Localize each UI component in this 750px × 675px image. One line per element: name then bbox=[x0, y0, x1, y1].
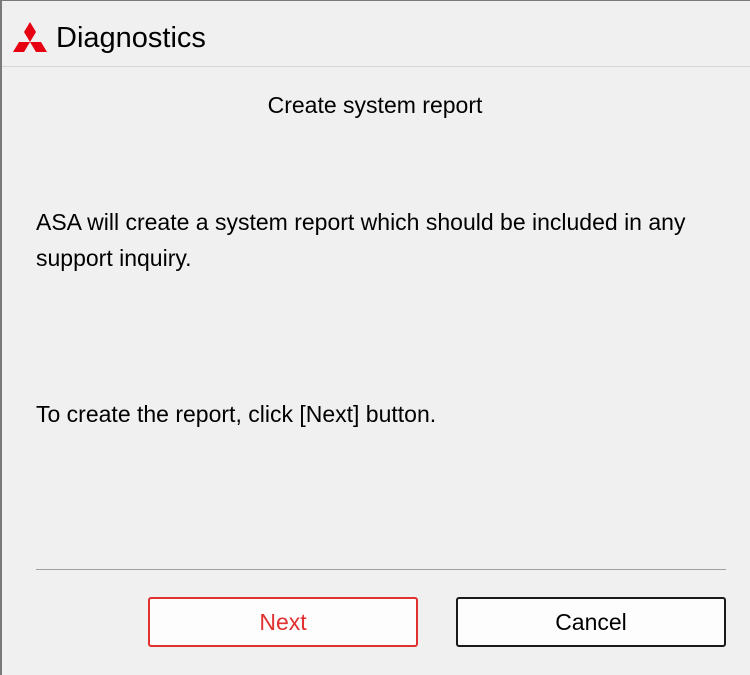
intro-text: ASA will create a system report which sh… bbox=[36, 209, 686, 271]
title-bar-divider bbox=[2, 66, 750, 67]
diagnostics-dialog: Diagnostics Create system report ASA wil… bbox=[0, 0, 750, 675]
mitsubishi-diamonds-icon bbox=[10, 22, 50, 58]
instruction-text: To create the report, click [Next] butto… bbox=[36, 401, 437, 427]
cancel-button[interactable]: Cancel bbox=[456, 597, 726, 647]
next-button[interactable]: Next bbox=[148, 597, 418, 647]
page-heading: Create system report bbox=[267, 92, 483, 118]
footer-divider bbox=[36, 569, 726, 570]
window-title: Diagnostics bbox=[56, 22, 206, 54]
